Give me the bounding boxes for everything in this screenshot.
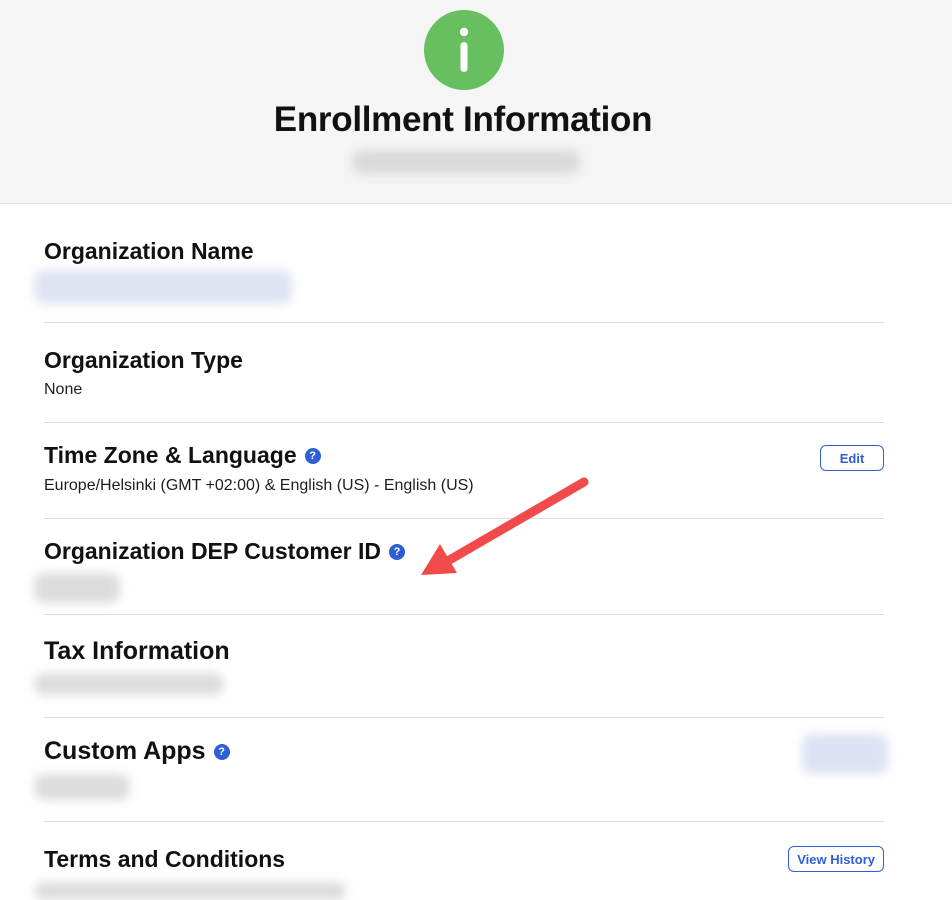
section-title: Tax Information (44, 637, 230, 665)
time-zone-language-value: Europe/Helsinki (GMT +02:00) & English (… (44, 477, 474, 494)
edit-button[interactable]: Edit (820, 445, 884, 471)
page-header: Enrollment Information (0, 0, 952, 204)
redacted-value (34, 673, 224, 695)
help-icon[interactable]: ? (304, 447, 321, 464)
section-title: Organization Type (44, 347, 243, 373)
help-icon[interactable]: ? (213, 743, 230, 760)
view-history-button[interactable]: View History (788, 846, 884, 872)
redacted-button[interactable] (802, 734, 888, 774)
redacted-value (34, 882, 346, 900)
page-title: Enrollment Information (273, 100, 653, 139)
help-icon[interactable]: ? (388, 543, 405, 560)
section-title: Organization Name (44, 238, 254, 264)
section-tax-information: Tax Information (34, 615, 884, 718)
section-custom-apps: Custom Apps ? (34, 718, 888, 822)
section-organization-type: Organization Type None (44, 323, 884, 423)
section-title: Custom Apps ? (44, 737, 230, 766)
organization-type-value: None (44, 381, 83, 398)
redacted-value (34, 774, 130, 800)
redacted-subtitle (352, 150, 580, 174)
redacted-value (34, 270, 292, 304)
section-dep-customer-id: Organization DEP Customer ID ? (34, 519, 884, 615)
section-title: Organization DEP Customer ID ? (44, 538, 405, 565)
redacted-value (34, 573, 120, 603)
section-title: Time Zone & Language ? (44, 442, 321, 469)
section-terms-and-conditions: Terms and Conditions View History (34, 822, 884, 900)
section-time-zone-language: Time Zone & Language ? Europe/Helsinki (… (44, 423, 884, 519)
section-organization-name: Organization Name (34, 204, 884, 323)
section-title: Terms and Conditions (44, 846, 286, 872)
info-icon (424, 10, 504, 90)
